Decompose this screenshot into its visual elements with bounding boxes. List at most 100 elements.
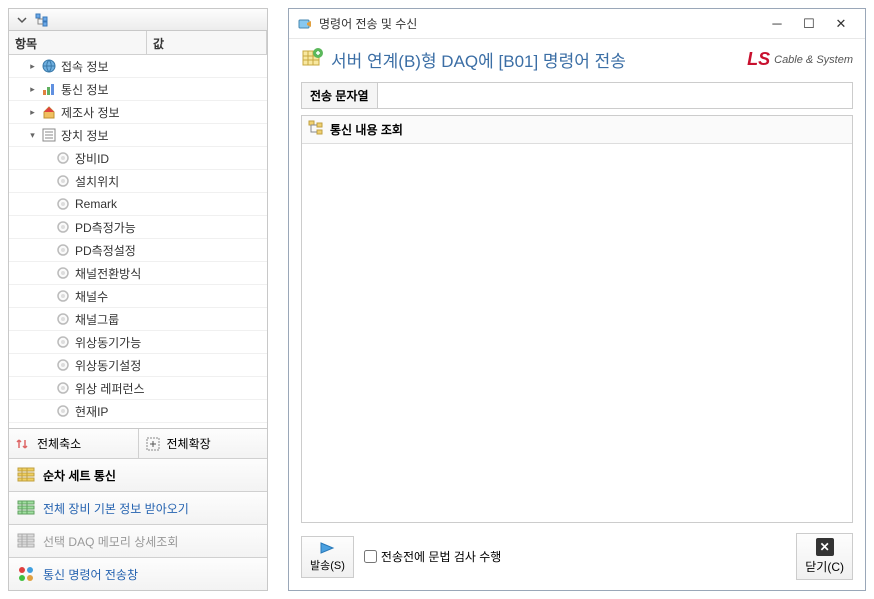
expander-icon[interactable]: [41, 268, 52, 279]
expander-icon[interactable]: ▸: [27, 84, 38, 95]
tree-header: 항목 값: [9, 31, 267, 55]
daq-label: 선택 DAQ 메모리 상세조회: [43, 533, 178, 550]
log-body[interactable]: [302, 144, 852, 522]
tree-body: ▸접속 정보▸통신 정보▸제조사 정보▾장치 정보장비ID설치위치RemarkP…: [9, 55, 267, 428]
bullet-icon: [55, 173, 71, 189]
tree-icon[interactable]: [33, 11, 51, 29]
log-section: 통신 내용 조회: [301, 115, 853, 523]
node-label: 위상동기가능: [75, 334, 141, 351]
collapse-label: 전체축소: [37, 435, 81, 452]
node-label: 채널전환방식: [75, 265, 141, 282]
tree-node[interactable]: PD측정설정: [9, 239, 267, 262]
bullet-icon: [55, 265, 71, 281]
expander-icon[interactable]: [41, 245, 52, 256]
command-window: 명령어 전송 및 수신 ─ ☐ ✕ 서버 연계(B)형 DAQ에 [B01] 명…: [288, 8, 866, 591]
cmd-window-button[interactable]: 통신 명령어 전송창: [9, 557, 267, 590]
globe-icon: [41, 58, 57, 74]
tree-node[interactable]: ▸ 제조사 정보: [9, 101, 267, 124]
input-row: 전송 문자열: [301, 82, 853, 109]
expander-icon[interactable]: [41, 314, 52, 325]
send-label: 발송(S): [310, 557, 345, 573]
node-label: 제조사 정보: [61, 104, 120, 121]
header-icon: [301, 47, 323, 72]
checkbox-label: 전송전에 문법 검사 수행: [381, 548, 501, 565]
list-icon: [41, 127, 57, 143]
expander-icon[interactable]: ▸: [27, 61, 38, 72]
expander-icon[interactable]: [41, 199, 52, 210]
node-label: 장비ID: [75, 150, 109, 167]
panel-toolbar: [9, 9, 267, 31]
tree-node[interactable]: 설치위치: [9, 170, 267, 193]
expander-icon[interactable]: [41, 337, 52, 348]
maximize-button[interactable]: ☐: [793, 12, 825, 36]
syntax-check-checkbox[interactable]: [364, 550, 377, 563]
bullet-icon: [55, 288, 71, 304]
expander-icon[interactable]: [41, 176, 52, 187]
node-label: 접속 정보: [61, 58, 109, 75]
tree-list-icon: [308, 120, 324, 139]
bullet-icon: [55, 334, 71, 350]
tree-node[interactable]: 장비ID: [9, 147, 267, 170]
tree-node[interactable]: 위상 레퍼런스: [9, 377, 267, 400]
close-window-button[interactable]: ✕: [825, 12, 857, 36]
daq-memory-button[interactable]: 선택 DAQ 메모리 상세조회: [9, 524, 267, 557]
bullet-icon: [55, 380, 71, 396]
node-label: 채널수: [75, 288, 108, 305]
tree-node[interactable]: 위상동기가능: [9, 331, 267, 354]
expander-icon[interactable]: [41, 291, 52, 302]
tree-node[interactable]: 위상동기설정: [9, 354, 267, 377]
tree-node[interactable]: 현재IP: [9, 400, 267, 423]
bottom-actions: 전체축소 전체확장 순차 세트 통신 전체 장비 기본 정보 받아오기 선택 D…: [9, 428, 267, 590]
seq-label: 순차 세트 통신: [43, 467, 116, 484]
dropdown-toggle-icon[interactable]: [13, 11, 31, 29]
minimize-button[interactable]: ─: [761, 12, 793, 36]
expander-icon[interactable]: [41, 153, 52, 164]
collapse-all-button[interactable]: 전체축소: [9, 429, 139, 458]
tree-node[interactable]: ▸ 접속 정보: [9, 55, 267, 78]
expander-icon[interactable]: [41, 360, 52, 371]
expander-icon[interactable]: [41, 383, 52, 394]
node-label: 위상동기설정: [75, 357, 141, 374]
window-titlebar: 명령어 전송 및 수신 ─ ☐ ✕: [289, 9, 865, 39]
node-label: 채널그룹: [75, 311, 119, 328]
expand-all-button[interactable]: 전체확장: [139, 429, 268, 458]
command-input[interactable]: [378, 85, 852, 107]
node-label: PD측정설정: [75, 242, 136, 259]
bullet-icon: [55, 311, 71, 327]
header-title: 서버 연계(B)형 DAQ에 [B01] 명령어 전송: [331, 47, 739, 72]
brand-logo: LS Cable & System: [747, 49, 853, 70]
send-button[interactable]: 발송(S): [301, 536, 354, 578]
expander-icon[interactable]: [41, 406, 52, 417]
node-label: 위상 레퍼런스: [75, 380, 145, 397]
tree-node[interactable]: Remark: [9, 193, 267, 216]
bullet-icon: [55, 150, 71, 166]
expander-icon[interactable]: ▾: [27, 130, 38, 141]
property-panel: 항목 값 ▸접속 정보▸통신 정보▸제조사 정보▾장치 정보장비ID설치위치Re…: [8, 8, 268, 591]
tree-node[interactable]: ▸통신 정보: [9, 78, 267, 101]
close-label: 닫기(C): [805, 558, 844, 575]
tree-node[interactable]: 채널전환방식: [9, 262, 267, 285]
tree-node[interactable]: 채널그룹: [9, 308, 267, 331]
tree-node[interactable]: ▾장치 정보: [9, 124, 267, 147]
window-footer: 발송(S) 전송전에 문법 검사 수행 ✕ 닫기(C): [289, 527, 865, 590]
section-title: 통신 내용 조회: [330, 121, 403, 138]
fetch-info-button[interactable]: 전체 장비 기본 정보 받아오기: [9, 491, 267, 524]
expander-icon[interactable]: ▸: [27, 107, 38, 118]
chart-icon: [41, 81, 57, 97]
header-value[interactable]: 값: [147, 31, 267, 54]
tree-node[interactable]: PD측정가능: [9, 216, 267, 239]
expander-icon[interactable]: [41, 222, 52, 233]
input-label: 전송 문자열: [302, 83, 378, 108]
node-label: 현재IP: [75, 403, 108, 420]
section-header: 통신 내용 조회: [302, 116, 852, 144]
expand-label: 전체확장: [167, 435, 211, 452]
tree-node[interactable]: 채널수: [9, 285, 267, 308]
window-header: 서버 연계(B)형 DAQ에 [B01] 명령어 전송 LS Cable & S…: [289, 39, 865, 80]
header-item[interactable]: 항목: [9, 31, 147, 54]
cmdwin-label: 통신 명령어 전송창: [43, 566, 138, 583]
close-button[interactable]: ✕ 닫기(C): [796, 533, 853, 580]
seq-set-comm-button[interactable]: 순차 세트 통신: [9, 458, 267, 491]
fetch-label: 전체 장비 기본 정보 받아오기: [43, 500, 189, 517]
bullet-icon: [55, 242, 71, 258]
bullet-icon: [55, 357, 71, 373]
